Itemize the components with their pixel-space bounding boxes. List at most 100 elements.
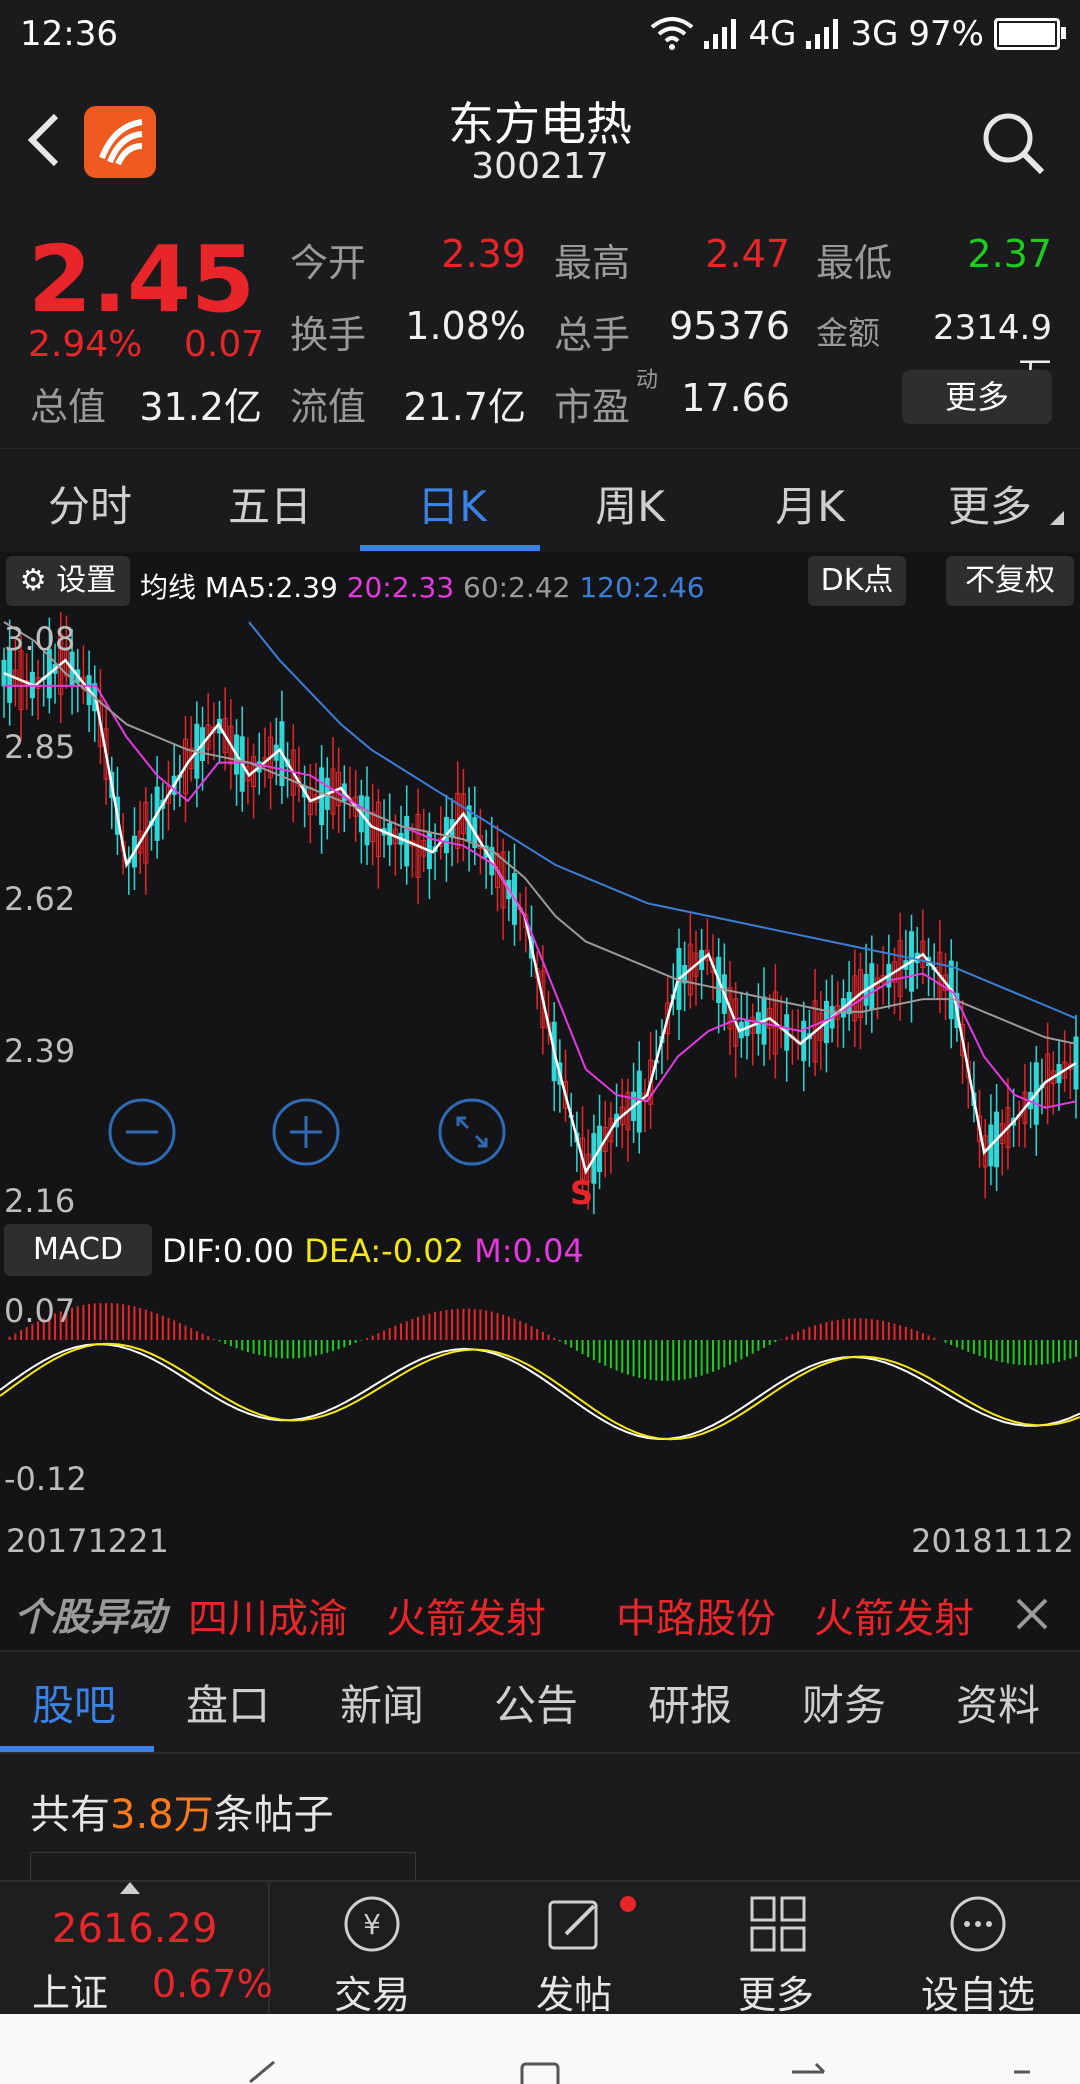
ma-bar: ⚙ 设置 均线 MA5:2.39 20:2.33 60:2.42 120:2.4… [0,552,1080,612]
ticker-item-3[interactable]: 中路股份 [616,1586,776,1644]
post-count: 共有3.8万条帖子 [30,1782,334,1840]
post-label: 发帖 [535,1973,612,2017]
ma120-value: 120:2.46 [579,571,705,604]
tab-monthly-k[interactable]: 月K [730,473,890,534]
index-percent: 0.67% [152,1962,273,2006]
more-quote-button[interactable]: 更多 [902,370,1052,424]
ticker-item-4[interactable]: 火箭发射 [814,1586,974,1644]
macd-bar: MACD DIF:0.00 DEA:-0.02 M:0.04 [0,1220,1080,1280]
close-icon[interactable] [1014,1596,1050,1632]
stock-header: 东方电热 300217 [0,72,1080,222]
nav-home-icon[interactable] [520,2060,560,2084]
tab-more[interactable]: 更多 [910,473,1070,534]
zoom-in-icon[interactable] [270,1096,342,1168]
signal-marker: S [570,1174,594,1212]
subtab-profile[interactable]: 资料 [956,1672,1040,1733]
date-start: 20171221 [6,1522,169,1560]
battery-icon [994,18,1066,50]
pe-superscript: 动 [636,368,659,393]
tab-intraday[interactable]: 分时 [10,473,170,534]
add-watchlist-label: 设自选 [920,1973,1035,2017]
active-subtab-indicator [0,1746,154,1752]
grid-icon [750,1896,806,1952]
kline-chart[interactable]: 3.08 2.85 2.62 2.39 2.16 S [0,610,1080,1220]
index-widget[interactable]: 2616.29 上证 0.67% [0,1882,273,2016]
high-value: 2.47 [705,232,790,276]
settings-button[interactable]: ⚙ 设置 [6,556,130,606]
macd-button[interactable]: MACD [4,1224,152,1276]
tab-weekly-k[interactable]: 周K [550,473,710,534]
expand-icon[interactable] [436,1096,508,1168]
bottom-bar: 2616.29 上证 0.67% ¥ 交易 发帖 更多 设自选 [0,1880,1080,2017]
ticker-item-2[interactable]: 火箭发射 [386,1586,546,1644]
status-time: 12:36 [20,14,118,54]
change-percent: 2.94% [28,324,143,365]
ma-values: 均线 MA5:2.39 20:2.33 60:2.42 120:2.46 [140,566,705,606]
macd-dif: DIF:0.00 [162,1232,295,1270]
subtab-research[interactable]: 研报 [648,1672,732,1733]
active-tab-indicator [360,545,540,551]
subtab-announcements[interactable]: 公告 [494,1672,578,1733]
float-value: 21.7亿 [403,385,526,429]
high-label: 最高 [554,241,631,285]
status-bar: 12:36 4G 3G 97% [0,0,1080,72]
tab-daily-k[interactable]: 日K [372,473,532,534]
wifi-icon [651,17,694,50]
volume-label: 总手 [554,313,631,357]
forum-filter-tabs[interactable] [30,1852,416,1881]
open-label: 今开 [290,241,367,285]
macd-m: M:0.04 [474,1232,584,1270]
subtab-news[interactable]: 新闻 [340,1672,424,1733]
amount-label: 金额 [816,314,881,352]
macd-svg [0,1302,1080,1441]
subtab-orderbook[interactable]: 盘口 [186,1672,270,1733]
pe-value: 17.66 [681,376,790,420]
ma5-value: MA5:2.39 [204,571,338,604]
nav-recent-icon[interactable] [790,2060,830,2084]
gear-icon: ⚙ [19,563,47,598]
stock-name: 东方电热 [448,97,632,151]
trade-icon: ¥ [344,1896,400,1952]
open-value: 2.39 [441,232,526,276]
current-price: 2.45 [28,226,255,333]
macd-values: DIF:0.00 DEA:-0.02 M:0.04 [162,1232,584,1270]
battery-fill [999,23,1056,45]
status-icons: 4G 3G 97% [650,14,1066,54]
y-tick-1: 2.85 [4,728,76,766]
signal-icon [704,19,737,49]
ma20-value: 20:2.33 [346,571,455,604]
battery-percent: 97% [908,14,984,54]
mktcap-value: 31.2亿 [139,385,262,429]
y-tick-3: 2.39 [4,1032,76,1070]
y-tick-2: 2.62 [4,880,76,918]
macd-y-top: 0.07 [4,1292,76,1330]
nav-menu-icon[interactable] [1012,2068,1032,2078]
index-value: 2616.29 [52,1906,218,1952]
network-3g: 3G [850,14,899,54]
y-tick-0: 3.08 [4,620,76,658]
dk-point-button[interactable]: DK点 [808,556,906,606]
macd-chart: 0.07 -0.12 [0,1280,1080,1502]
notification-dot [620,1896,636,1912]
system-nav-bar [0,2014,1080,2084]
alert-ticker[interactable]: 个股异动 四川成渝 火箭发射 中路股份 火箭发射 [0,1578,1080,1652]
pe-label: 市盈 [554,385,631,429]
search-icon[interactable] [978,108,1048,178]
ticker-item-1[interactable]: 四川成渝 [188,1586,348,1644]
mktcap-label: 总值 [30,385,107,429]
turnover-value: 1.08% [405,304,526,348]
zoom-out-icon[interactable] [106,1096,178,1168]
more-label: 更多 [737,1973,814,2017]
nav-back-icon[interactable] [246,2060,276,2084]
ticker-icon: 个股异动 [14,1595,167,1639]
date-range: 20171221 20181112 [0,1502,1080,1578]
tab-five-day[interactable]: 五日 [190,473,350,534]
quote-panel: 2.45 2.94% 0.07 今开 2.39 最高 2.47 最低 2.37 … [0,222,1080,446]
subtab-forum[interactable]: 股吧 [32,1672,116,1733]
subtab-finance[interactable]: 财务 [802,1672,886,1733]
ma-label: 均线 [140,571,197,604]
adjust-button[interactable]: 不复权 [946,556,1074,606]
low-label: 最低 [816,241,893,285]
ma60-value: 60:2.42 [463,571,571,604]
trade-label: 交易 [333,1973,410,2017]
